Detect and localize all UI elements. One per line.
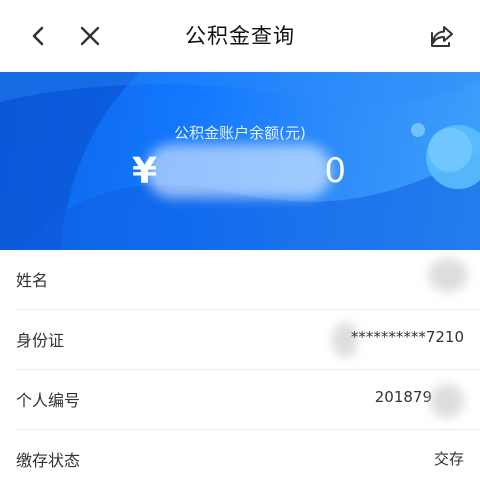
list-item-deposit-status: 缴存状态 交存 [16,430,480,480]
list-item-id-card: 身份证 **********7210 [16,310,480,370]
info-list: 姓名 身份证 **********7210 个人编号 201879 缴存状态 交… [0,250,480,480]
list-item-personal-number: 个人编号 201879 [16,370,480,430]
redaction-blur [430,384,464,418]
balance-label: 公积金账户余额(元) [174,124,306,142]
share-button[interactable] [422,18,462,54]
share-icon [431,26,453,47]
row-label: 缴存状态 [16,451,81,470]
balance-amount: ¥ 0 [132,144,352,198]
row-label: 个人编号 [16,391,81,410]
redaction-mask [146,144,332,198]
balance-amount-tail: 0 [324,151,346,191]
balance-banner: 公积金账户余额(元) ¥ 0 [0,72,480,250]
row-value: 201879 [374,388,432,406]
row-value: 交存 [433,450,464,468]
row-label: 身份证 [16,331,65,350]
navigation-bar: 公积金查询 [0,0,480,72]
row-label: 姓名 [16,271,49,290]
row-value: **********7210 [350,328,464,346]
page-title: 公积金查询 [185,24,295,48]
list-item-name: 姓名 [16,250,480,310]
redaction-blur [428,258,468,292]
